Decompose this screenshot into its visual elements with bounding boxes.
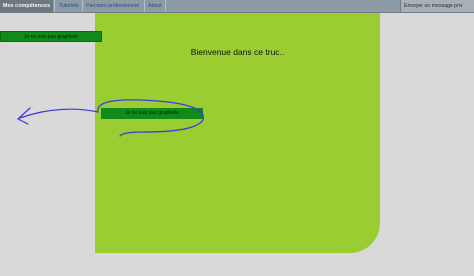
- hand-drawn-annotation: [17, 99, 204, 137]
- annotation-arrow-line: [19, 108, 99, 119]
- annotation-circle: [97, 99, 204, 137]
